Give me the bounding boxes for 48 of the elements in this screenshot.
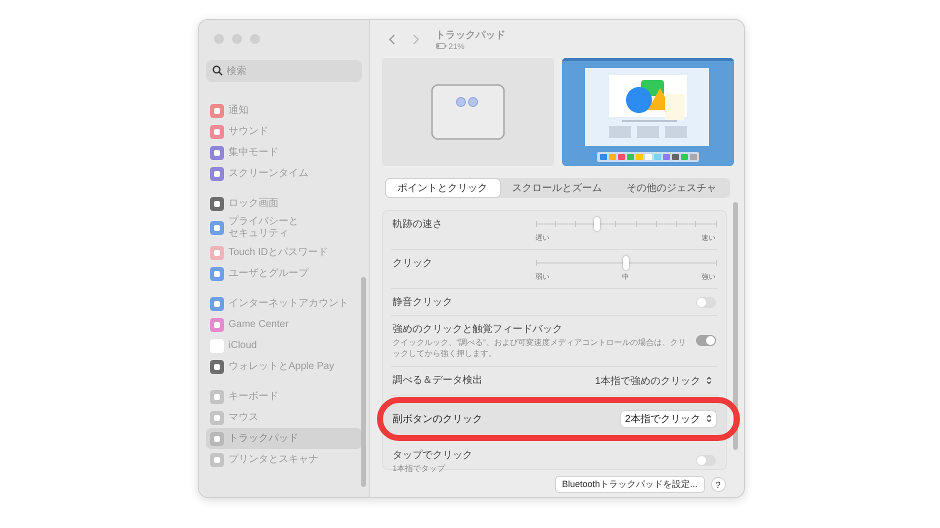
tab[interactable]: スクロールとズーム — [500, 179, 614, 197]
forward-icon[interactable] — [410, 32, 420, 46]
setting-label: 軌跡の速さ — [392, 218, 442, 231]
tab[interactable]: ポイントとクリック — [386, 179, 500, 197]
setting-description: 1本指でタップ — [392, 464, 446, 474]
sidebar-item[interactable]: インターネットアカウント — [206, 293, 362, 314]
back-icon[interactable] — [388, 32, 396, 46]
setting-description: クイックルック、“調べる”、および可変速度メディアコントロールの場合は、クリックしてから強く押します。 — [392, 338, 687, 360]
setting-label: 副ボタンのクリック — [392, 412, 482, 426]
sidebar-item[interactable]: ロック画面 — [206, 193, 362, 214]
search-field[interactable]: 検索 — [206, 60, 362, 82]
slider-track[interactable] — [536, 256, 716, 270]
sidebar-item[interactable]: スクリーンタイム — [206, 163, 362, 184]
setting-label: 強めのクリックと触覚フィードバック — [392, 322, 562, 336]
sidebar-item[interactable]: iCloud — [206, 335, 362, 356]
popup-button[interactable]: 1本指で強めのクリック — [590, 372, 716, 389]
sidebar-item[interactable]: Touch IDとパスワード — [206, 242, 362, 263]
help-button[interactable]: ? — [710, 477, 726, 492]
sidebar-item[interactable]: プリンタとスキャナ — [206, 449, 362, 470]
sidebar-item[interactable]: ユーザとグループ — [206, 263, 362, 284]
battery-level: 21% — [448, 42, 465, 50]
toggle-switch[interactable] — [696, 335, 716, 346]
setup-button[interactable]: Bluetoothトラックパッドを設定... — [554, 476, 704, 493]
chevron-icon — [706, 414, 712, 424]
sidebar-item[interactable]: プライバシーと セキュリティ — [206, 214, 362, 242]
battery-icon — [436, 43, 446, 49]
setting-label: 静音クリック — [392, 296, 452, 309]
toggle-switch[interactable] — [696, 455, 716, 466]
sidebar-item[interactable]: キーボード — [206, 386, 362, 407]
sidebar-item[interactable]: 通知 — [206, 100, 362, 121]
sidebar-item[interactable]: 集中モード — [206, 142, 362, 163]
setting-label: 調べる＆データ検出 — [392, 374, 482, 387]
window-title: トラックパッド — [436, 28, 506, 42]
sidebar-item[interactable]: サウンド — [206, 121, 362, 142]
sidebar-item[interactable]: Game Center — [206, 314, 362, 335]
sidebar-item[interactable]: ウォレットとApple Pay — [206, 356, 362, 377]
toggle-switch[interactable] — [696, 296, 716, 308]
setting-label: クリック — [392, 257, 432, 270]
tab[interactable]: その他のジェスチャ — [614, 179, 728, 197]
slider-thumb[interactable] — [622, 256, 628, 270]
sidebar-item[interactable]: トラックパッド — [206, 428, 362, 449]
chevron-icon — [706, 376, 712, 386]
slider-thumb[interactable] — [594, 217, 600, 231]
setting-label: タップでクリック — [392, 448, 472, 462]
search-icon — [212, 65, 222, 76]
slider-track[interactable] — [536, 217, 716, 231]
popup-button[interactable]: 2本指でクリック — [620, 410, 716, 427]
sidebar-item[interactable]: マウス — [206, 407, 362, 428]
